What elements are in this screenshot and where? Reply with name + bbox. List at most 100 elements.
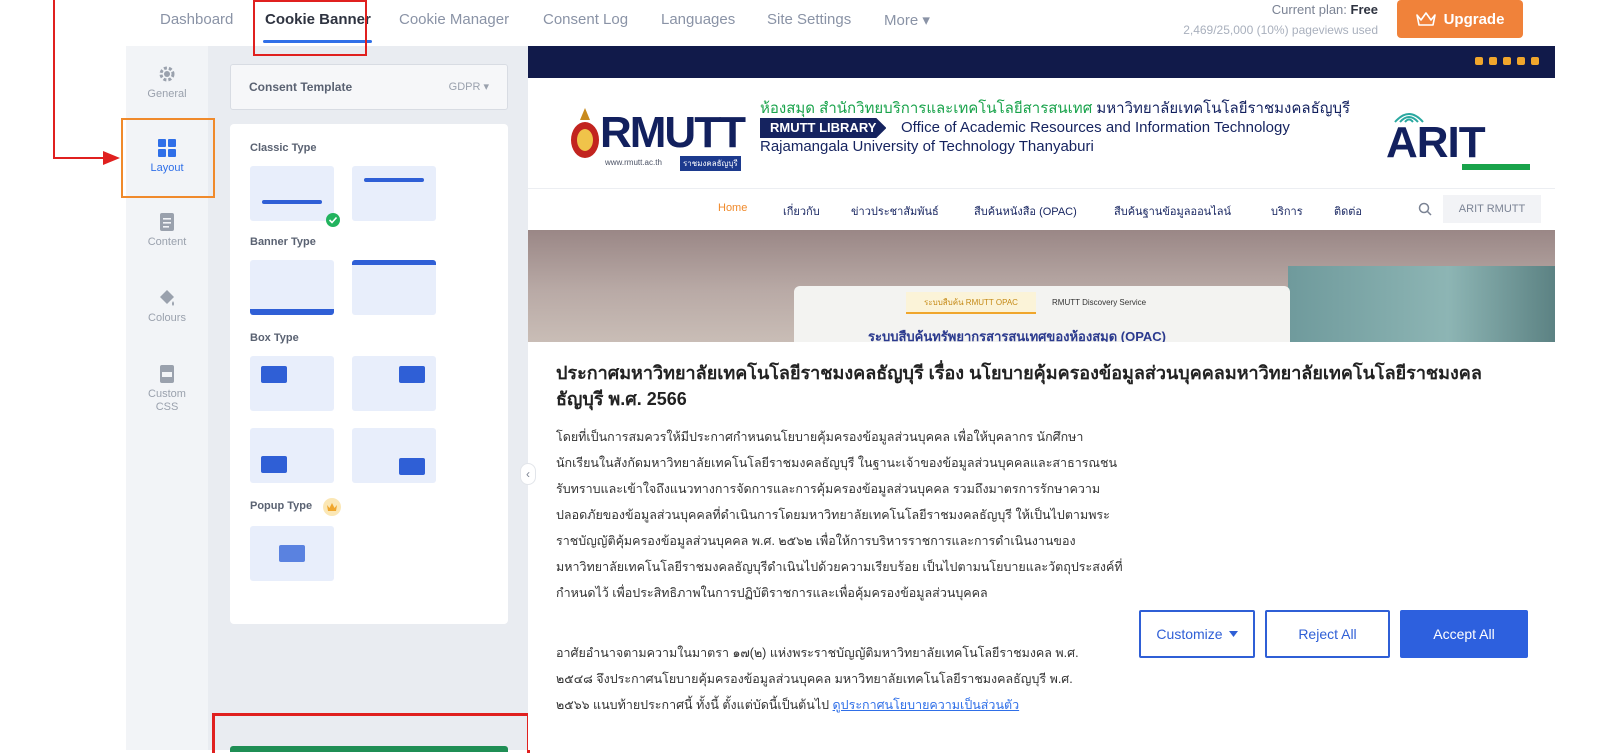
rail-item-general[interactable]: General xyxy=(126,64,208,100)
university-seal-icon xyxy=(571,108,599,158)
site-menu-home[interactable]: Home xyxy=(718,202,747,214)
site-hero: ระบบสืบค้น RMUTT OPAC RMUTT Discovery Se… xyxy=(528,230,1555,342)
current-plan: Current plan: Free xyxy=(1272,2,1378,17)
search-icon[interactable] xyxy=(1418,202,1432,216)
rail-item-colours[interactable]: Colours xyxy=(126,288,208,324)
site-menu-databases[interactable]: สืบค้นฐานข้อมูลออนไลน์ xyxy=(1114,202,1231,220)
nav-dashboard[interactable]: Dashboard xyxy=(160,11,233,28)
hero-search-card: ระบบสืบค้น RMUTT OPAC RMUTT Discovery Se… xyxy=(794,286,1290,342)
rail-label-colours: Colours xyxy=(148,312,186,324)
crown-icon xyxy=(1415,12,1436,26)
annotation-box-layout xyxy=(121,118,215,198)
layout-option-box-top-right[interactable] xyxy=(352,356,436,411)
cookie-banner-body-2: อาศัยอำนาจตามความในมาตรา ๑๗(๒) แห่งพระรา… xyxy=(556,640,1086,718)
layout-option-banner-bottom[interactable] xyxy=(250,260,334,315)
rail-label-content: Content xyxy=(147,236,187,248)
site-brand: RMUTT xyxy=(600,108,746,157)
plan-value: Free xyxy=(1350,2,1378,17)
section-box-type: Box Type xyxy=(250,332,299,344)
nav-languages[interactable]: Languages xyxy=(661,11,735,28)
facebook-icon[interactable] xyxy=(1475,57,1483,65)
rail-item-content[interactable]: Content xyxy=(126,212,208,248)
nav-cookie-manager[interactable]: Cookie Manager xyxy=(399,11,509,28)
layout-option-banner-top[interactable] xyxy=(352,260,436,315)
hero-subtitle: ระบบสืบค้นทรัพยากรสารสนเทศของห้องสมุด (O… xyxy=(868,329,1167,342)
site-brand-url: www.rmutt.ac.th xyxy=(605,158,662,167)
reject-all-label: Reject All xyxy=(1298,626,1357,642)
site-menu-news[interactable]: ข่าวประชาสัมพันธ์ xyxy=(851,202,939,220)
site-search-button[interactable]: ARIT RMUTT xyxy=(1443,195,1541,223)
nav-consent-log[interactable]: Consent Log xyxy=(543,11,628,28)
hero-tab-opac[interactable]: ระบบสืบค้น RMUTT OPAC xyxy=(906,292,1036,314)
arit-wordmark: ARIT xyxy=(1386,118,1486,167)
site-header: RMUTT www.rmutt.ac.th ราชมงคลธัญบุรี ห้อ… xyxy=(528,78,1555,188)
document-icon xyxy=(160,213,174,231)
site-thai-title-blue: มหาวิทยาลัยเทคโนโลยีราชมงคลธัญบุรี xyxy=(1092,100,1351,117)
annotation-arrow-icon xyxy=(103,151,120,165)
site-thai-title-green: ห้องสมุด สำนักวิทยบริการและเทคโนโลยีสารส… xyxy=(760,100,1093,117)
arit-logo: ARIT xyxy=(1386,104,1536,172)
save-button[interactable] xyxy=(230,746,508,752)
hero-tab-discovery[interactable]: RMUTT Discovery Service xyxy=(1052,292,1146,314)
line-icon[interactable] xyxy=(1517,57,1525,65)
nav-site-settings[interactable]: Site Settings xyxy=(767,11,851,28)
css-file-icon xyxy=(160,365,174,383)
pageviews-usage: 2,469/25,000 (10%) pageviews used xyxy=(1183,23,1378,37)
layout-option-box-bottom-right[interactable] xyxy=(352,428,436,483)
youtube-icon[interactable] xyxy=(1503,57,1511,65)
accept-all-label: Accept All xyxy=(1433,626,1495,642)
site-menu-about[interactable]: เกี่ยวกับ xyxy=(783,202,820,220)
twitter-icon[interactable] xyxy=(1489,57,1497,65)
rail-item-custom-css[interactable]: Custom CSS xyxy=(126,364,208,414)
library-badge: RMUTT LIBRARY xyxy=(760,118,887,138)
cookie-banner: ประกาศมหาวิทยาลัยเทคโนโลยีราชมงคลธัญบุรี… xyxy=(528,342,1555,750)
collapse-panel-handle[interactable]: ‹ xyxy=(520,463,536,485)
customize-button[interactable]: Customize xyxy=(1139,610,1255,658)
layout-types-card: Classic Type Banner Type Box Type Popup … xyxy=(230,124,508,624)
site-menu-services[interactable]: บริการ xyxy=(1271,202,1303,220)
premium-crown-icon xyxy=(323,498,341,516)
cookie-banner-body: โดยที่เป็นการสมควรให้มีประกาศกำหนดนโยบาย… xyxy=(556,430,1123,600)
email-icon[interactable] xyxy=(1531,57,1539,65)
layout-option-box-bottom-left[interactable] xyxy=(250,428,334,483)
paint-bucket-icon xyxy=(160,290,174,306)
consent-template-value: GDPR ▾ xyxy=(448,81,489,93)
annotation-line-vertical xyxy=(53,0,55,159)
site-top-bar xyxy=(528,46,1555,78)
top-navigation: Dashboard Cookie Banner Cookie Manager C… xyxy=(0,0,1600,43)
selected-check-icon xyxy=(326,213,340,227)
social-links xyxy=(1475,57,1539,65)
site-menu-contact[interactable]: ติดต่อ xyxy=(1334,202,1362,220)
hero-building-image xyxy=(1288,266,1555,342)
banner-preview: RMUTT www.rmutt.ac.th ราชมงคลธัญบุรี ห้อ… xyxy=(528,46,1555,750)
layout-option-box-top-left[interactable] xyxy=(250,356,334,411)
reject-all-button[interactable]: Reject All xyxy=(1265,610,1390,658)
site-thai-title: ห้องสมุด สำนักวิทยบริการและเทคโนโลยีสารส… xyxy=(760,96,1350,120)
layout-option-classic-bottom[interactable] xyxy=(250,166,340,227)
cookie-banner-title: ประกาศมหาวิทยาลัยเทคโนโลยีราชมงคลธัญบุรี… xyxy=(556,363,1482,409)
section-banner-type: Banner Type xyxy=(250,236,316,248)
site-menu-opac[interactable]: สืบค้นหนังสือ (OPAC) xyxy=(974,202,1077,220)
section-classic-type: Classic Type xyxy=(250,142,317,154)
university-name: Rajamangala University of Technology Tha… xyxy=(760,138,1094,155)
section-popup-type: Popup Type xyxy=(250,500,313,512)
rail-label-custom-css: Custom CSS xyxy=(148,388,186,413)
caret-down-icon xyxy=(1228,631,1238,637)
privacy-policy-link[interactable]: ดูประกาศนโยบายความเป็นส่วนตัว xyxy=(833,698,1020,712)
office-name: Office of Academic Resources and Informa… xyxy=(901,119,1290,136)
nav-more-dropdown[interactable]: More ▾ xyxy=(884,11,930,29)
site-menu: Home เกี่ยวกับ ข่าวประชาสัมพันธ์ สืบค้นห… xyxy=(528,188,1555,230)
site-brand-tag: ราชมงคลธัญบุรี xyxy=(680,156,741,171)
upgrade-label: Upgrade xyxy=(1443,10,1505,28)
consent-template-select[interactable]: Consent Template GDPR ▾ xyxy=(230,64,508,110)
consent-template-label: Consent Template xyxy=(249,80,353,94)
arit-underline xyxy=(1462,164,1530,170)
upgrade-button[interactable]: Upgrade xyxy=(1397,0,1523,38)
plan-label: Current plan: xyxy=(1271,2,1347,17)
accept-all-button[interactable]: Accept All xyxy=(1400,610,1528,658)
rail-label-general: General xyxy=(147,88,187,100)
customize-label: Customize xyxy=(1156,626,1223,642)
annotation-line-horizontal xyxy=(53,157,105,159)
layout-option-classic-top[interactable] xyxy=(352,166,436,221)
layout-option-popup[interactable] xyxy=(250,526,334,581)
